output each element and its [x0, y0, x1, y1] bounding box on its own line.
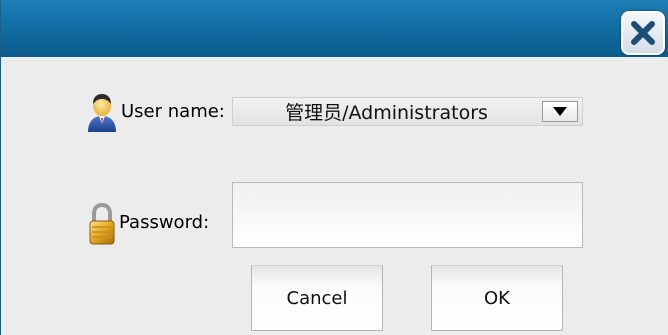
password-label: Password:: [119, 212, 210, 233]
ok-button[interactable]: OK: [431, 265, 563, 331]
selected-user: 管理员/Administrators: [285, 102, 488, 124]
padlock-icon: [89, 202, 115, 245]
user-name-select[interactable]: 管理员/Administrators: [232, 97, 583, 126]
triangle-down-icon: [553, 107, 567, 116]
close-button[interactable]: [621, 11, 665, 55]
user-avatar-icon: [88, 94, 116, 132]
login-dialog: User name: 管理员/Administrators Password: …: [0, 0, 668, 335]
user-name-label: User name:: [121, 101, 225, 122]
cancel-button[interactable]: Cancel: [251, 265, 383, 331]
close-icon: [631, 21, 655, 45]
password-field[interactable]: [232, 182, 583, 248]
dropdown-button[interactable]: [542, 101, 578, 122]
title-bar: [1, 0, 668, 57]
